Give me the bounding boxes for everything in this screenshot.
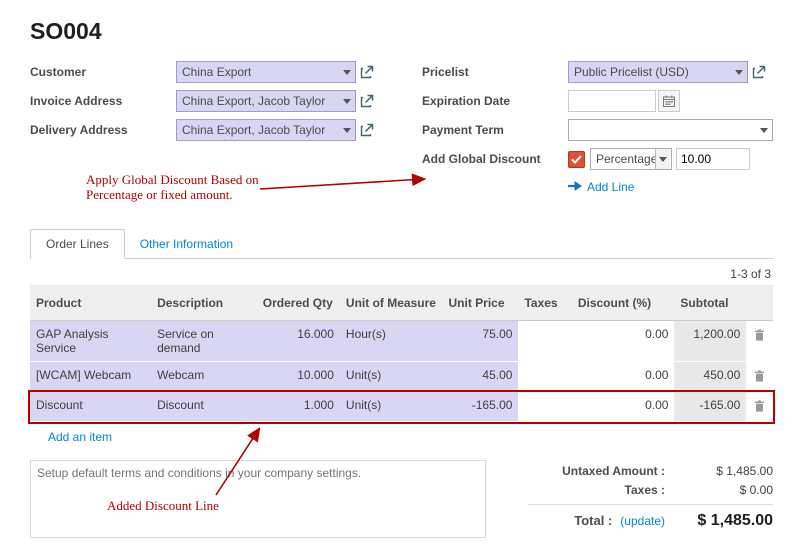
- pricelist-label: Pricelist: [422, 65, 568, 79]
- global-discount-checkbox[interactable]: [568, 151, 585, 168]
- terms-conditions-textarea[interactable]: [30, 460, 486, 538]
- totals-block: Untaxed Amount : $ 1,485.00 Taxes : $ 0.…: [518, 460, 773, 538]
- delete-row-icon[interactable]: [746, 362, 773, 392]
- add-an-item-link[interactable]: Add an item: [48, 430, 112, 444]
- cell-price[interactable]: -165.00: [443, 392, 519, 422]
- table-header-row: Product Description Ordered Qty Unit of …: [30, 286, 773, 321]
- update-total-link[interactable]: (update): [620, 514, 665, 528]
- col-header-product[interactable]: Product: [30, 286, 151, 321]
- cell-description[interactable]: Service on demand: [151, 321, 257, 362]
- tab-other-information[interactable]: Other Information: [125, 230, 248, 258]
- notebook-tabs: Order Lines Other Information: [30, 228, 773, 259]
- cell-uom[interactable]: Unit(s): [340, 362, 443, 392]
- chevron-down-icon[interactable]: [756, 120, 771, 140]
- taxes-label: Taxes :: [625, 483, 665, 497]
- col-header-taxes[interactable]: Taxes: [518, 286, 571, 321]
- chevron-down-icon[interactable]: [339, 120, 354, 140]
- external-link-icon[interactable]: [752, 65, 766, 79]
- delivery-address-label: Delivery Address: [30, 123, 176, 137]
- col-header-ordered-qty[interactable]: Ordered Qty: [257, 286, 340, 321]
- order-line-row[interactable]: GAP Analysis Service Service on demand 1…: [30, 321, 773, 362]
- cell-product[interactable]: Discount: [30, 392, 151, 422]
- global-discount-label: Add Global Discount: [422, 152, 568, 166]
- delete-row-icon[interactable]: [746, 321, 773, 362]
- col-header-discount[interactable]: Discount (%): [572, 286, 675, 321]
- untaxed-amount-value: $ 1,485.00: [665, 464, 773, 478]
- order-line-row[interactable]: [WCAM] Webcam Webcam 10.000 Unit(s) 45.0…: [30, 362, 773, 392]
- cell-taxes[interactable]: [518, 392, 571, 422]
- cell-price[interactable]: 75.00: [443, 321, 519, 362]
- order-lines-table: Product Description Ordered Qty Unit of …: [30, 285, 773, 422]
- cell-subtotal: 1,200.00: [674, 321, 746, 362]
- cell-uom[interactable]: Hour(s): [340, 321, 443, 362]
- add-line-label: Add Line: [587, 180, 634, 194]
- delivery-address-value: China Export, Jacob Taylor: [182, 123, 325, 137]
- pricelist-value: Public Pricelist (USD): [574, 65, 689, 79]
- chevron-down-icon[interactable]: [731, 62, 746, 82]
- total-label: Total :: [574, 513, 612, 528]
- sale-order-page: SO004 Customer China Export Invoice Addr…: [0, 0, 803, 545]
- col-header-uom[interactable]: Unit of Measure: [340, 286, 443, 321]
- discount-type-select[interactable]: Percentage: [590, 148, 672, 170]
- chevron-down-icon[interactable]: [339, 62, 354, 82]
- col-header-description[interactable]: Description: [151, 286, 257, 321]
- cell-discount[interactable]: 0.00: [572, 392, 675, 422]
- total-value: $ 1,485.00: [665, 512, 773, 530]
- untaxed-amount-label: Untaxed Amount :: [562, 464, 665, 478]
- external-link-icon[interactable]: [360, 123, 374, 137]
- discount-line-annotation: Added Discount Line: [107, 498, 219, 513]
- col-header-actions: [746, 286, 773, 321]
- cell-qty[interactable]: 16.000: [257, 321, 340, 362]
- annotation-line-1: Apply Global Discount Based on: [86, 172, 286, 187]
- form-right-column: Pricelist Public Pricelist (USD) Expirat…: [422, 61, 773, 194]
- external-link-icon[interactable]: [360, 94, 374, 108]
- pager: 1-3 of 3: [0, 267, 771, 281]
- delivery-address-select[interactable]: China Export, Jacob Taylor: [176, 119, 356, 141]
- add-line-link[interactable]: Add Line: [568, 180, 773, 194]
- delete-row-icon[interactable]: [746, 392, 773, 422]
- cell-discount[interactable]: 0.00: [572, 321, 675, 362]
- col-header-subtotal[interactable]: Subtotal: [674, 286, 746, 321]
- pricelist-select[interactable]: Public Pricelist (USD): [568, 61, 748, 83]
- order-line-row-discount[interactable]: Discount Discount 1.000 Unit(s) -165.00 …: [30, 392, 773, 422]
- cell-product[interactable]: [WCAM] Webcam: [30, 362, 151, 392]
- cell-taxes[interactable]: [518, 362, 571, 392]
- invoice-address-select[interactable]: China Export, Jacob Taylor: [176, 90, 356, 112]
- payment-term-label: Payment Term: [422, 123, 568, 137]
- customer-label: Customer: [30, 65, 176, 79]
- global-discount-annotation: Apply Global Discount Based on Percentag…: [86, 172, 286, 202]
- tab-order-lines[interactable]: Order Lines: [30, 229, 125, 259]
- cell-taxes[interactable]: [518, 321, 571, 362]
- cell-qty[interactable]: 1.000: [257, 392, 340, 422]
- external-link-icon[interactable]: [360, 65, 374, 79]
- col-header-unit-price[interactable]: Unit Price: [443, 286, 519, 321]
- totals-divider: [528, 504, 773, 505]
- expiration-date-label: Expiration Date: [422, 94, 568, 108]
- chevron-down-icon[interactable]: [339, 91, 354, 111]
- taxes-value: $ 0.00: [665, 483, 773, 497]
- cell-subtotal: 450.00: [674, 362, 746, 392]
- payment-term-select[interactable]: [568, 119, 773, 141]
- discount-type-value: Percentage: [596, 152, 655, 166]
- cell-discount[interactable]: 0.00: [572, 362, 675, 392]
- calendar-icon[interactable]: [658, 90, 680, 112]
- cell-product[interactable]: GAP Analysis Service: [30, 321, 151, 362]
- cell-description[interactable]: Discount: [151, 392, 257, 422]
- cell-subtotal: -165.00: [674, 392, 746, 422]
- customer-value: China Export: [182, 65, 251, 79]
- expiration-date-input[interactable]: [568, 90, 656, 112]
- arrow-right-icon: [568, 180, 582, 194]
- annotation-line-2: Percentage or fixed amount.: [86, 187, 286, 202]
- invoice-address-label: Invoice Address: [30, 94, 176, 108]
- cell-description[interactable]: Webcam: [151, 362, 257, 392]
- discount-amount-input[interactable]: [676, 148, 750, 170]
- chevron-down-icon[interactable]: [655, 149, 670, 169]
- cell-qty[interactable]: 10.000: [257, 362, 340, 392]
- customer-select[interactable]: China Export: [176, 61, 356, 83]
- page-title: SO004: [0, 0, 803, 45]
- cell-price[interactable]: 45.00: [443, 362, 519, 392]
- invoice-address-value: China Export, Jacob Taylor: [182, 94, 325, 108]
- cell-uom[interactable]: Unit(s): [340, 392, 443, 422]
